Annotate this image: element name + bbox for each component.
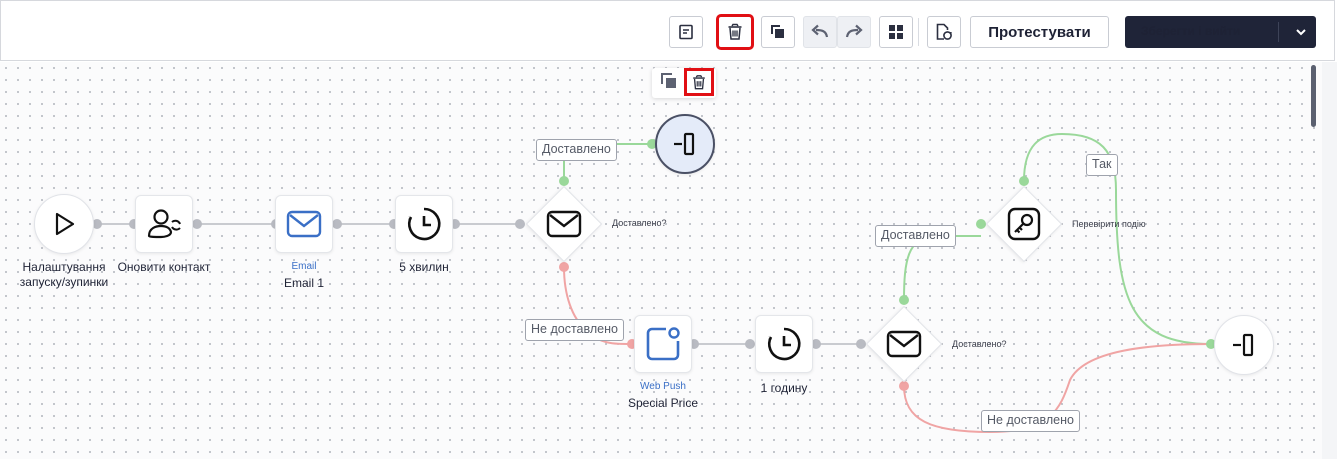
port-dot [332, 219, 342, 229]
delivered-check-label: Доставлено? [612, 218, 667, 228]
trash-icon [693, 74, 705, 89]
envelope-icon [286, 210, 322, 238]
start-node[interactable] [34, 194, 94, 254]
edge-label-not-delivered-2[interactable]: Не доставлено [981, 410, 1080, 432]
delivered-check-2-icon-wrap [884, 328, 924, 360]
update-contact-label: Оновити контакт [117, 260, 211, 274]
port-dot [192, 219, 202, 229]
port-dot-yes [976, 219, 986, 229]
edge-label-delivered[interactable]: Доставлено [536, 139, 617, 161]
event-check-icon-wrap [1006, 206, 1042, 242]
update-contact-node[interactable] [135, 195, 193, 253]
push-icon [646, 327, 680, 361]
wait-node-2-label: 1 годину [760, 381, 808, 395]
webpush-node-label: Special Price [627, 396, 699, 410]
port-dot [745, 339, 755, 349]
delivered-check-icon-wrap [544, 208, 584, 240]
start-node-label-1: Налаштування [22, 260, 106, 274]
node-delete-button[interactable] [684, 68, 714, 96]
wait-node-2[interactable] [755, 315, 813, 373]
email-node[interactable] [275, 195, 333, 253]
event-check-label: Перевірити подію [1072, 219, 1146, 229]
envelope-icon [886, 330, 922, 358]
exit-node[interactable] [1214, 315, 1274, 375]
port-dot-yes [559, 176, 569, 186]
port-dot-no [559, 262, 569, 272]
user-sync-icon [147, 209, 181, 239]
edge-label-yes[interactable]: Так [1086, 154, 1118, 176]
email-node-label: Email 1 [283, 276, 324, 290]
port-dot [856, 339, 866, 349]
wait-node-label: 5 хвилин [399, 260, 449, 274]
exit-icon [1233, 333, 1254, 357]
exit-icon [674, 132, 695, 156]
port-dot [515, 219, 525, 229]
clock-icon [408, 207, 441, 241]
exit-node-selected[interactable] [655, 114, 715, 174]
wait-node[interactable] [395, 195, 453, 253]
edge-yes-exit [1023, 132, 1212, 345]
play-icon [55, 212, 75, 236]
edge-label-not-delivered[interactable]: Не доставлено [525, 319, 624, 341]
webpush-node[interactable] [634, 315, 692, 373]
clock-icon [768, 327, 801, 361]
delivered-check-2-label: Доставлено? [952, 339, 1007, 349]
port-dot-no [899, 381, 909, 391]
copy-icon[interactable] [660, 72, 678, 90]
webpush-node-type: Web Push [640, 381, 686, 392]
key-icon [1007, 207, 1041, 241]
start-node-label-2: запуску/зупинки [19, 275, 109, 289]
envelope-icon [546, 210, 582, 238]
port-dot-yes [899, 295, 909, 305]
port-dot-yes [1019, 176, 1029, 186]
edge-label-delivered-2[interactable]: Доставлено [875, 225, 956, 247]
email-node-type: Email [291, 261, 317, 272]
